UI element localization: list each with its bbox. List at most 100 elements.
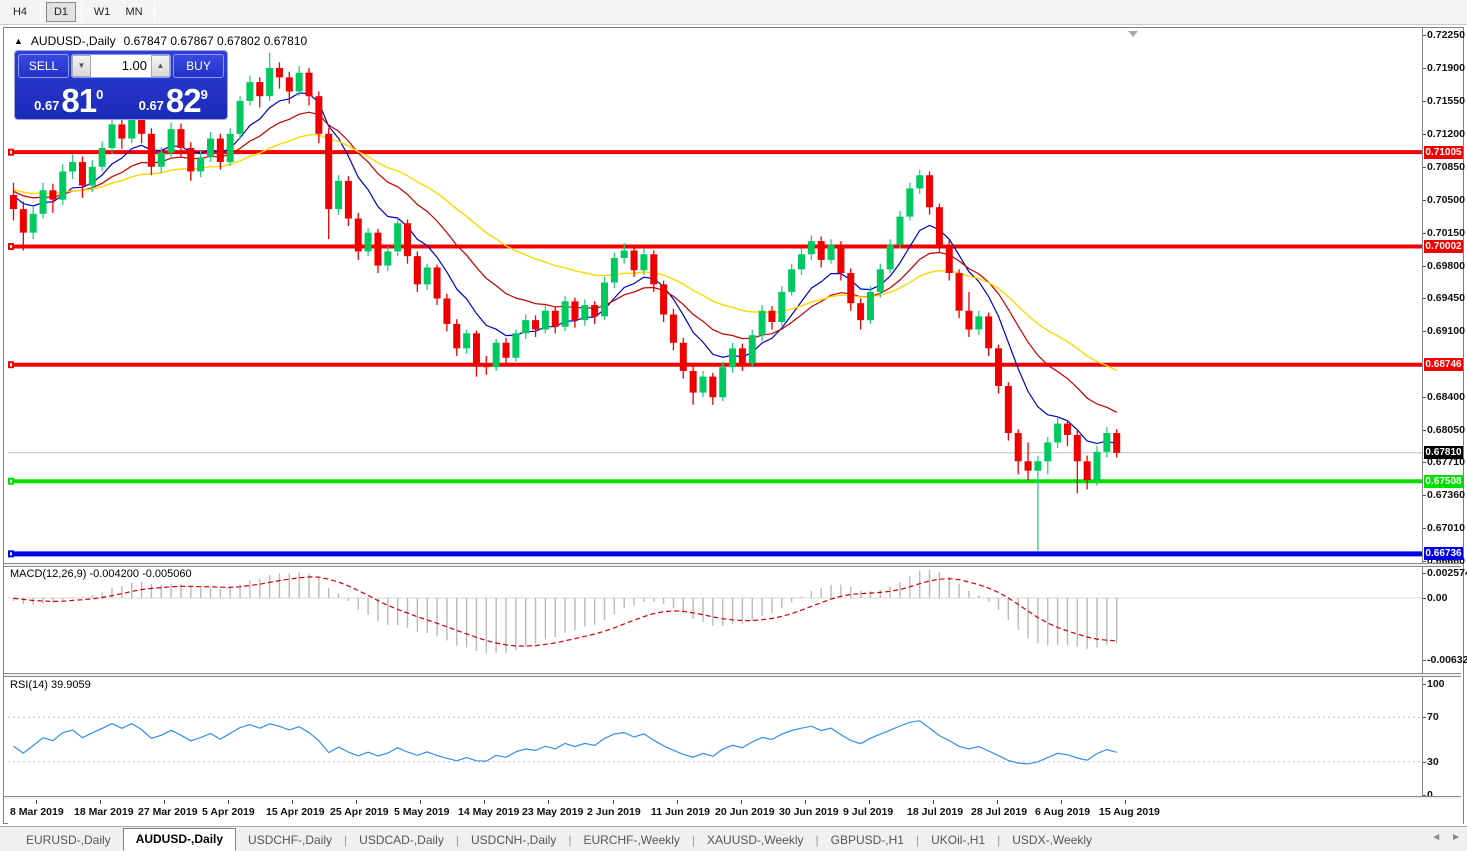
timeframe-h4-button[interactable]: H4 <box>5 2 35 22</box>
date-tick <box>228 800 229 804</box>
axis-tick <box>1423 660 1426 661</box>
ask-pip-digit: 9 <box>201 87 208 102</box>
timeframe-mn-button[interactable]: MN <box>119 2 149 22</box>
axis-tick <box>1423 200 1426 201</box>
date-axis[interactable]: 8 Mar 201918 Mar 201927 Mar 20195 Apr 20… <box>8 800 1463 824</box>
timeframe-toolbar: H4 D1 W1MN <box>0 0 1467 25</box>
rsi-tick-label: 30 <box>1427 756 1439 768</box>
macd-indicator-label: MACD(12,26,9) -0.004200 -0.005060 <box>10 568 192 580</box>
chart-tab-usdcad-daily[interactable]: USDCAD-,Daily <box>347 830 456 851</box>
date-label: 14 May 2019 <box>458 806 519 818</box>
date-label: 18 Mar 2019 <box>74 806 134 818</box>
chart-tab-eurchf-weekly[interactable]: EURCHF-,Weekly <box>571 830 691 851</box>
date-label: 15 Aug 2019 <box>1099 806 1160 818</box>
date-label: 20 Jun 2019 <box>715 806 775 818</box>
price-tick-label: 0.71550 <box>1427 95 1465 107</box>
ask-price[interactable]: 0.67 82 9 <box>123 80 225 118</box>
date-label: 2 Jun 2019 <box>587 806 641 818</box>
date-tick <box>613 800 614 804</box>
axis-tick <box>1423 598 1426 599</box>
ohlc-values: 0.67847 0.67867 0.67802 0.67810 <box>124 34 308 48</box>
pane-separator <box>4 796 1461 799</box>
hline-price-tag: 0.68746 <box>1424 358 1463 371</box>
timeframe-w1-button[interactable]: W1 <box>87 2 117 22</box>
axis-tick <box>1423 762 1426 763</box>
axis-tick <box>1423 430 1426 431</box>
date-label: 11 Jun 2019 <box>651 806 710 818</box>
chart-tab-ukoil-h1[interactable]: UKOil-,H1 <box>919 830 997 851</box>
tab-scroll-left-icon[interactable]: ◄ <box>1431 832 1441 843</box>
date-tick <box>420 800 421 804</box>
price-chart-canvas[interactable] <box>8 28 1422 799</box>
hline-price-tag: 0.66736 <box>1424 547 1463 560</box>
date-label: 6 Aug 2019 <box>1035 806 1090 818</box>
one-click-trading-panel: SELL ▼ 1.00 ▲ BUY 0.67 81 0 0.67 82 9 <box>14 50 228 120</box>
hline-price-tag: 0.71005 <box>1424 146 1463 159</box>
volume-decrease-icon[interactable]: ▼ <box>72 55 91 77</box>
collapse-panel-icon[interactable]: ▲ <box>14 36 23 46</box>
chart-shift-marker-icon <box>1128 31 1138 37</box>
pane-separator[interactable] <box>4 563 1461 567</box>
date-tick <box>1061 800 1062 804</box>
date-label: 27 Mar 2019 <box>138 806 198 818</box>
date-tick <box>741 800 742 804</box>
axis-tick <box>1423 35 1426 36</box>
date-label: 15 Apr 2019 <box>266 806 325 818</box>
bid-prefix: 0.67 <box>34 98 59 113</box>
buy-button[interactable]: BUY <box>173 54 224 78</box>
axis-tick <box>1423 134 1426 135</box>
macd-tick-label: 0.00 <box>1427 592 1447 604</box>
chart-tab-gbpusd-h1[interactable]: GBPUSD-,H1 <box>819 830 916 851</box>
chart-tab-usdx-weekly[interactable]: USDX-,Weekly <box>1000 830 1104 851</box>
chart-tab-audusd-daily[interactable]: AUDUSD-,Daily <box>123 828 236 851</box>
chart-tab-xauusd-weekly[interactable]: XAUUSD-,Weekly <box>695 830 815 851</box>
axis-tick <box>1423 331 1426 332</box>
price-tick-label: 0.70500 <box>1427 194 1465 206</box>
chart-tab-eurusd-daily[interactable]: EURUSD-,Daily <box>14 830 123 851</box>
axis-tick <box>1423 233 1426 234</box>
price-tick-label: 0.70850 <box>1427 161 1465 173</box>
symbol-name: AUDUSD-,Daily <box>31 34 116 48</box>
toolbar-separator <box>40 3 41 21</box>
price-tick-label: 0.68050 <box>1427 424 1465 436</box>
bid-price[interactable]: 0.67 81 0 <box>18 80 120 118</box>
price-tick-label: 0.71200 <box>1427 128 1465 140</box>
pane-separator[interactable] <box>4 673 1461 677</box>
rsi-tick-label: 70 <box>1427 711 1439 723</box>
axis-tick <box>1423 101 1426 102</box>
date-label: 23 May 2019 <box>522 806 583 818</box>
date-tick <box>292 800 293 804</box>
chart-plot-area[interactable] <box>8 28 1422 799</box>
date-label: 5 May 2019 <box>394 806 449 818</box>
date-label: 9 Jul 2019 <box>843 806 893 818</box>
tab-scroll-right-icon[interactable]: ► <box>1451 832 1461 843</box>
chart-tab-bar: EURUSD-,DailyAUDUSD-,DailyUSDCHF-,Daily|… <box>0 826 1467 851</box>
date-tick <box>677 800 678 804</box>
chart-title: ▲ AUDUSD-,Daily 0.67847 0.67867 0.67802 … <box>14 34 307 48</box>
date-label: 28 Jul 2019 <box>971 806 1027 818</box>
price-tick-label: 0.69100 <box>1427 325 1465 337</box>
date-tick <box>100 800 101 804</box>
macd-histogram <box>14 570 1117 654</box>
toolbar-separator <box>81 3 82 21</box>
price-axis[interactable]: 0.722500.719000.715500.712000.708500.705… <box>1422 28 1463 799</box>
date-tick <box>997 800 998 804</box>
date-label: 18 Jul 2019 <box>907 806 963 818</box>
price-tick-label: 0.70150 <box>1427 227 1465 239</box>
rsi-line <box>14 721 1117 764</box>
chart-tab-usdchf-daily[interactable]: USDCHF-,Daily <box>236 830 344 851</box>
volume-increase-icon[interactable]: ▲ <box>151 55 170 77</box>
date-label: 30 Jun 2019 <box>779 806 839 818</box>
axis-tick <box>1423 573 1426 574</box>
axis-tick <box>1423 397 1426 398</box>
date-tick <box>1125 800 1126 804</box>
axis-tick <box>1423 68 1426 69</box>
timeframe-d1-button[interactable]: D1 <box>46 2 76 22</box>
hline-price-tag: 0.67508 <box>1424 475 1463 488</box>
date-label: 25 Apr 2019 <box>330 806 389 818</box>
axis-tick <box>1423 495 1426 496</box>
chart-tab-usdcnh-daily[interactable]: USDCNH-,Daily <box>459 830 568 851</box>
price-tick-label: 0.71900 <box>1427 62 1465 74</box>
volume-value[interactable]: 1.00 <box>91 55 151 77</box>
sell-button[interactable]: SELL <box>18 54 69 78</box>
